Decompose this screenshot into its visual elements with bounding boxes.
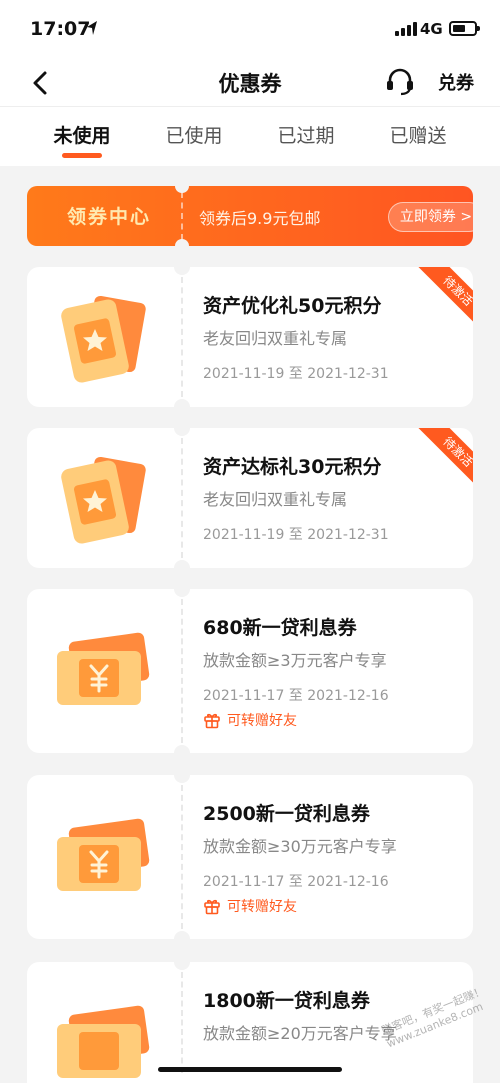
card-notch [174,428,190,436]
coupon-center-banner[interactable]: 领券中心 领券后9.9元包邮 立即领券 > [27,186,473,246]
gift-icon [204,713,220,729]
tab-expired[interactable]: 已过期 [261,121,351,148]
star-ticket-icon [61,295,146,383]
redeem-button[interactable]: 兑券 [438,69,474,95]
customer-service-icon[interactable] [384,65,416,97]
coupon-validity: 2021-11-19 至 2021-12-31 [203,366,389,382]
star-ticket-icon [61,456,146,544]
gift-icon [204,899,220,915]
page-title: 优惠券 [218,72,282,96]
card-divider [181,599,183,743]
card-notch [174,962,190,970]
tab-used[interactable]: 已使用 [149,121,239,148]
card-notch [174,931,190,939]
battery-icon [449,21,480,36]
coupon-card[interactable]: 资产达标礼30元积分 老友回归双重礼专属 2021-11-19 至 2021-1… [27,428,473,568]
status-ribbon: 待激活 [409,267,473,331]
yuan-ticket-icon [57,818,150,891]
claim-coupon-button[interactable]: 立即领券 > [388,202,473,232]
home-indicator[interactable] [158,1067,342,1072]
signal-bars-icon [395,20,417,36]
yuan-ticket-icon [57,632,150,705]
network-type: 4G [420,20,443,38]
banner-title: 领券中心 [67,206,152,228]
banner-subtitle: 领券后9.9元包邮 [199,209,321,228]
tab-gifted[interactable]: 已赠送 [373,121,463,148]
card-divider [181,785,183,929]
transferable-label: 可转赠好友 [227,713,297,729]
coupon-title: 1800新一贷利息券 [203,990,370,1012]
nav-bar: 优惠券 兑券 [0,60,500,106]
coupon-status-tabs: 未使用 已使用 已过期 已赠送 [0,106,500,166]
coupon-validity: 2021-11-19 至 2021-12-31 [203,527,389,543]
location-arrow-icon [87,21,97,35]
card-notch [174,775,190,783]
coupon-title: 资产优化礼50元积分 [203,295,382,317]
coupon-card[interactable]: 680新一贷利息券 放款金额≥3万元客户专享 2021-11-17 至 2021… [27,589,473,753]
card-notch [174,589,190,597]
card-divider [181,277,183,397]
coupon-card[interactable]: 资产优化礼50元积分 老友回归双重礼专属 2021-11-19 至 2021-1… [27,267,473,407]
coupon-title: 2500新一贷利息券 [203,803,370,825]
coupon-title: 680新一贷利息券 [203,617,357,639]
card-divider [181,438,183,558]
coupon-description: 放款金额≥3万元客户专享 [203,651,387,670]
status-ribbon: 待激活 [409,428,473,492]
status-time: 17:07 [30,18,91,40]
coupon-description: 老友回归双重礼专属 [203,329,348,348]
card-notch [174,745,190,753]
coupon-validity: 2021-11-17 至 2021-12-16 [203,874,389,890]
card-notch [174,560,190,568]
card-notch [174,267,190,275]
coupon-description: 放款金额≥20万元客户专享 [203,1024,397,1043]
card-divider [181,972,183,1073]
card-notch [174,399,190,407]
coupon-validity: 2021-11-17 至 2021-12-16 [203,688,389,704]
coupon-description: 放款金额≥30万元客户专享 [203,837,397,856]
status-bar: 17:07 4G [0,0,500,60]
coupon-title: 资产达标礼30元积分 [203,456,382,478]
coupon-description: 老友回归双重礼专属 [203,490,348,509]
coupon-card[interactable]: 2500新一贷利息券 放款金额≥30万元客户专享 2021-11-17 至 20… [27,775,473,939]
status-badge: 待激活 [418,428,473,492]
transferable-label: 可转赠好友 [227,899,297,915]
transferable-tag[interactable]: 可转赠好友 [203,710,297,730]
transferable-tag[interactable]: 可转赠好友 [203,896,297,916]
banner-divider [181,192,183,240]
active-tab-indicator [62,153,102,158]
banner-notch [175,239,189,246]
banner-notch [175,186,189,193]
yuan-ticket-icon [57,1005,150,1078]
tab-unused[interactable]: 未使用 [37,121,127,148]
status-badge: 待激活 [418,267,473,331]
back-arrow-icon[interactable] [26,68,56,98]
